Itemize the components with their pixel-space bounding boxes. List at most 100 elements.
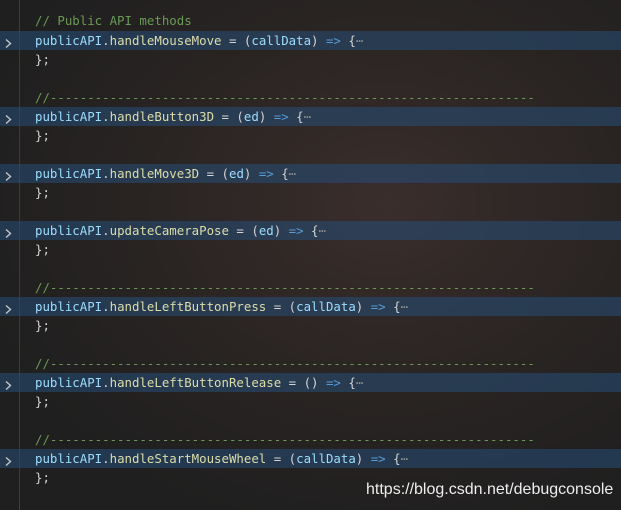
code-text: publicAPI.handleMove3D = (ed) => {⋯ [35,164,296,183]
fold-ellipsis-icon[interactable]: ⋯ [319,223,326,238]
punctuation: { [303,223,319,238]
method-name: updateCameraPose [109,223,229,238]
separator-comment: //--------------------------------------… [35,432,535,447]
punctuation: . [102,109,110,124]
punctuation: = ( [228,223,259,238]
parameter: callData [296,451,356,466]
code-line: }; [0,316,621,335]
folded-line-handleMouseMove[interactable]: publicAPI.handleMouseMove = (callData) =… [0,31,621,50]
method-name: handleLeftButtonPress [109,299,267,314]
chevron-right-icon[interactable] [3,35,13,49]
folded-line-handleMove3D[interactable]: publicAPI.handleMove3D = (ed) => {⋯ [0,164,621,183]
punctuation: ) [243,166,259,181]
punctuation: { [288,109,304,124]
arrow-operator: => [288,223,304,238]
code-line: }; [0,392,621,411]
code-text: publicAPI.handleMouseMove = (callData) =… [35,31,363,50]
chevron-right-icon[interactable] [3,301,13,315]
closing-brace: }; [35,318,50,333]
chevron-right-icon[interactable] [3,111,13,125]
punctuation: . [102,375,110,390]
code-line: //--------------------------------------… [0,278,621,297]
object-name: publicAPI [35,299,103,314]
code-text: publicAPI.handleLeftButtonRelease = () =… [35,373,363,392]
object-name: publicAPI [35,223,103,238]
punctuation: { [340,375,356,390]
fold-ellipsis-icon[interactable]: ⋯ [356,375,363,390]
folded-line-handleButton3D[interactable]: publicAPI.handleButton3D = (ed) => {⋯ [0,107,621,126]
fold-ellipsis-icon[interactable]: ⋯ [401,451,408,466]
punctuation: = ( [221,33,252,48]
separator-comment: //--------------------------------------… [35,356,535,371]
fold-ellipsis-icon[interactable]: ⋯ [289,166,296,181]
code-text: publicAPI.handleButton3D = (ed) => {⋯ [35,107,311,126]
closing-brace: }; [35,128,50,143]
code-line: }; [0,50,621,69]
folded-line-handleStartMouseWheel[interactable]: publicAPI.handleStartMouseWheel = (callD… [0,449,621,468]
object-name: publicAPI [35,375,103,390]
closing-brace: }; [35,185,50,200]
punctuation: ) [355,299,371,314]
code-text: publicAPI.handleLeftButtonPress = (callD… [35,297,408,316]
closing-brace: }; [35,470,50,485]
object-name: publicAPI [35,166,103,181]
closing-brace: }; [35,242,50,257]
chevron-right-icon[interactable] [3,377,13,391]
arrow-operator: => [370,299,386,314]
code-line: //--------------------------------------… [0,88,621,107]
folded-line-handleLeftButtonPress[interactable]: publicAPI.handleLeftButtonPress = (callD… [0,297,621,316]
method-name: handleStartMouseWheel [109,451,267,466]
object-name: publicAPI [35,109,103,124]
chevron-right-icon[interactable] [3,453,13,467]
arrow-operator: => [258,166,274,181]
closing-brace: }; [35,52,50,67]
code-text: publicAPI.updateCameraPose = (ed) => {⋯ [35,221,326,240]
object-name: publicAPI [35,451,103,466]
code-editor[interactable]: // Public API methods publicAPI.handleMo… [0,0,621,510]
fold-ellipsis-icon[interactable]: ⋯ [304,109,311,124]
fold-ellipsis-icon[interactable]: ⋯ [401,299,408,314]
code-line: // Public API methods [0,11,621,30]
code-line: }; [0,126,621,145]
code-line: //--------------------------------------… [0,354,621,373]
punctuation: = ( [266,451,297,466]
code-line: //--------------------------------------… [0,430,621,449]
punctuation: () [303,375,326,390]
punctuation: ) [258,109,274,124]
folded-line-updateCameraPose[interactable]: publicAPI.updateCameraPose = (ed) => {⋯ [0,221,621,240]
parameter: ed [258,223,274,238]
fold-ellipsis-icon[interactable]: ⋯ [356,33,363,48]
punctuation: = [281,375,304,390]
folded-line-handleLeftButtonRelease[interactable]: publicAPI.handleLeftButtonRelease = () =… [0,373,621,392]
punctuation: { [273,166,289,181]
arrow-operator: => [370,451,386,466]
method-name: handleLeftButtonRelease [109,375,282,390]
closing-brace: }; [35,394,50,409]
watermark-text: https://blog.csdn.net/debugconsole [366,481,614,498]
chevron-right-icon[interactable] [3,225,13,239]
punctuation: . [102,223,110,238]
punctuation: ) [311,33,326,48]
separator-comment: //--------------------------------------… [35,280,535,295]
method-name: handleButton3D [109,109,215,124]
punctuation: { [385,299,401,314]
punctuation: . [102,451,110,466]
parameter: ed [243,109,259,124]
punctuation: . [102,33,110,48]
parameter: ed [228,166,244,181]
punctuation: = ( [214,109,244,124]
punctuation: { [340,33,356,48]
arrow-operator: => [325,375,341,390]
punctuation: . [102,166,110,181]
punctuation: { [385,451,401,466]
parameter: callData [251,33,312,48]
method-name: handleMouseMove [109,33,222,48]
punctuation: ) [273,223,289,238]
object-name: publicAPI [35,33,103,48]
arrow-operator: => [325,33,341,48]
separator-comment: //--------------------------------------… [35,90,535,105]
punctuation: ) [355,451,371,466]
arrow-operator: => [273,109,289,124]
code-line: }; [0,183,621,202]
chevron-right-icon[interactable] [3,168,13,182]
